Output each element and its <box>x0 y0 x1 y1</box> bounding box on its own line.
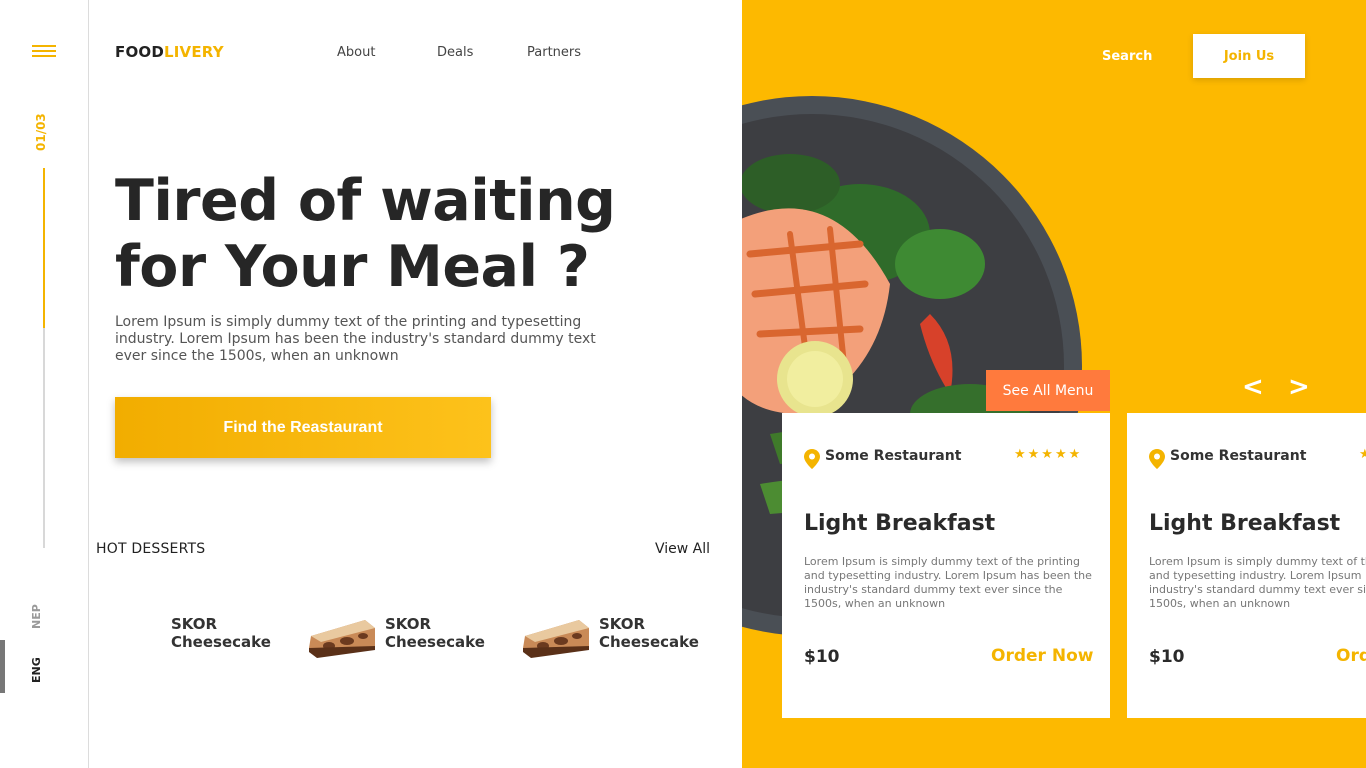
dessert-name-line-1: SKOR <box>599 615 646 633</box>
find-restaurant-button[interactable]: Find the Reastaurant <box>115 397 491 458</box>
hero-title-line-2: for Your Meal ? <box>115 234 590 300</box>
dessert-item[interactable]: SKOR Cheesecake <box>521 612 721 662</box>
dessert-name-line-1: SKOR <box>385 615 432 633</box>
join-us-button[interactable]: Join Us <box>1193 34 1305 78</box>
language-nep[interactable]: NEP <box>30 600 56 634</box>
order-now-button[interactable]: Order Now <box>991 646 1093 666</box>
language-eng[interactable]: ENG <box>30 652 56 688</box>
cheesecake-image <box>523 620 589 658</box>
sidebar: 01/03 NEP ENG <box>0 0 89 768</box>
logo[interactable]: FOODLIVERY <box>115 43 224 61</box>
chevron-right-icon[interactable]: > <box>1288 372 1310 402</box>
star-rating: ★★★★★ <box>1359 447 1366 462</box>
location-pin-icon <box>1149 449 1165 469</box>
menu-item-description: Lorem Ipsum is simply dummy text of the … <box>804 555 1092 610</box>
cheesecake-image <box>309 620 375 658</box>
nav-about[interactable]: About <box>337 45 375 60</box>
slide-progress-track <box>43 168 45 548</box>
dessert-name: SKOR Cheesecake <box>599 615 729 651</box>
nav-partners[interactable]: Partners <box>527 45 581 60</box>
hero-title: Tired of waiting for Your Meal ? <box>115 168 715 300</box>
hamburger-icon[interactable] <box>32 45 56 60</box>
menu-item-price: $10 <box>804 647 840 667</box>
slide-progress-fill <box>43 168 45 328</box>
view-all-link[interactable]: View All <box>655 541 710 557</box>
dessert-name-line-2: Cheesecake <box>171 633 271 651</box>
page-counter: 01/03 <box>34 113 48 151</box>
restaurant-name: Some Restaurant <box>825 448 962 464</box>
menu-item-description: Lorem Ipsum is simply dummy text of the … <box>1149 555 1366 610</box>
menu-item-price: $10 <box>1149 647 1185 667</box>
order-now-button[interactable]: Order Now <box>1336 646 1366 666</box>
dessert-item[interactable]: SKOR Cheesecake <box>93 612 293 662</box>
dessert-name: SKOR Cheesecake <box>171 615 301 651</box>
dessert-item[interactable]: SKOR Cheesecake <box>307 612 507 662</box>
featured-menu-panel: Search Join Us See All Menu < > Some Res… <box>742 0 1366 768</box>
logo-part-2: LIVERY <box>164 43 224 61</box>
menu-card[interactable]: Some Restaurant ★★★★★ Light Breakfast Lo… <box>1127 413 1366 718</box>
menu-item-title: Light Breakfast <box>1149 511 1341 536</box>
nav-deals[interactable]: Deals <box>437 45 473 60</box>
dessert-name-line-2: Cheesecake <box>385 633 485 651</box>
menu-item-title: Light Breakfast <box>804 511 996 536</box>
see-all-menu-button[interactable]: See All Menu <box>986 370 1110 411</box>
location-pin-icon <box>804 449 820 469</box>
star-rating: ★★★★★ <box>1014 447 1083 462</box>
dessert-name: SKOR Cheesecake <box>385 615 515 651</box>
chevron-left-icon[interactable]: < <box>1242 372 1264 402</box>
dessert-name-line-2: Cheesecake <box>599 633 699 651</box>
hero-description: Lorem Ipsum is simply dummy text of the … <box>115 314 596 364</box>
dessert-name-line-1: SKOR <box>171 615 218 633</box>
restaurant-name: Some Restaurant <box>1170 448 1307 464</box>
active-language-indicator <box>0 640 5 693</box>
logo-part-1: FOOD <box>115 43 165 61</box>
menu-card[interactable]: Some Restaurant ★★★★★ Light Breakfast Lo… <box>782 413 1110 718</box>
search-link[interactable]: Search <box>1102 49 1152 64</box>
hero-title-line-1: Tired of waiting <box>115 168 616 234</box>
hot-desserts-heading: HOT DESSERTS <box>96 541 206 557</box>
